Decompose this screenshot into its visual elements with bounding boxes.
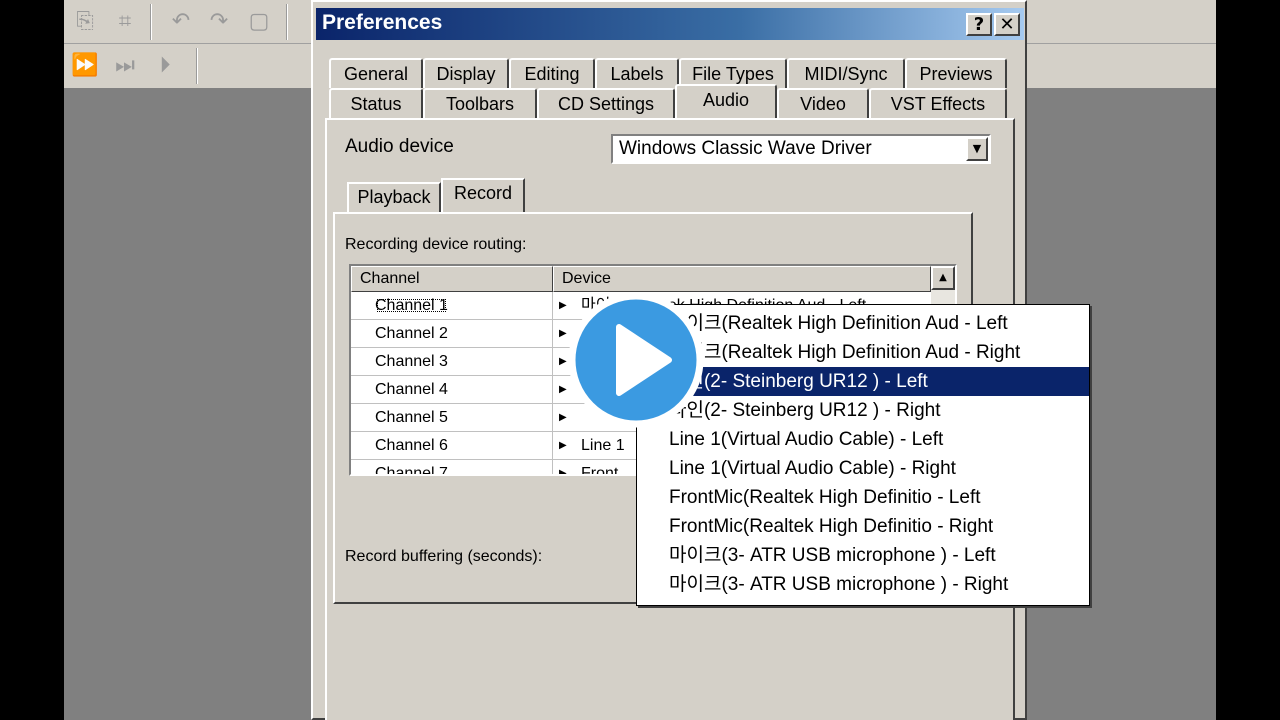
tab-labels[interactable]: Labels: [595, 58, 679, 88]
row-arrow-icon: ▶: [559, 356, 567, 367]
channel-cell: Channel 6: [351, 432, 553, 460]
next-icon[interactable]: ⏵: [148, 49, 182, 83]
history-icon[interactable]: ▢: [242, 5, 276, 39]
row-arrow-icon: ▶: [559, 384, 567, 395]
dropdown-item[interactable]: 마이크(3- ATR USB microphone ) - Right: [637, 570, 1089, 599]
toolbar-separator: [196, 48, 198, 84]
channel-cell: Channel 4: [351, 376, 553, 404]
tab-cd-settings[interactable]: CD Settings: [537, 88, 675, 118]
dropdown-item[interactable]: Line 1(Virtual Audio Cable) - Right: [637, 454, 1089, 483]
tab-video[interactable]: Video: [777, 88, 869, 118]
subtab-record[interactable]: Record: [441, 178, 525, 212]
tab-audio[interactable]: Audio: [675, 84, 777, 118]
close-button[interactable]: ✕: [994, 13, 1020, 36]
row-arrow-icon: ▶: [559, 412, 567, 423]
channel-name: Channel 1: [375, 297, 448, 314]
dropdown-item[interactable]: Line 1(Virtual Audio Cable) - Left: [637, 425, 1089, 454]
toolbar-separator: [286, 4, 288, 40]
chevron-down-icon[interactable]: ▼: [966, 137, 988, 161]
tab-editing[interactable]: Editing: [509, 58, 595, 88]
workspace-area: [64, 88, 312, 720]
subtab-playback[interactable]: Playback: [347, 182, 441, 212]
paste-icon[interactable]: ⎘: [68, 5, 102, 39]
tab-display[interactable]: Display: [423, 58, 509, 88]
channel-cell: Channel 2: [351, 320, 553, 348]
audio-device-select[interactable]: Windows Classic Wave Driver ▼: [611, 134, 991, 164]
row-arrow-icon: ▶: [559, 328, 567, 339]
row-arrow-icon: ▶: [559, 300, 567, 311]
scroll-up-icon[interactable]: ▲: [931, 266, 955, 290]
redo-icon[interactable]: ↷: [202, 5, 236, 39]
buffering-label: Record buffering (seconds):: [345, 548, 543, 565]
tab-midi-sync[interactable]: MIDI/Sync: [787, 58, 905, 88]
row-arrow-icon: ▶: [559, 440, 567, 451]
tab-toolbars[interactable]: Toolbars: [423, 88, 537, 118]
dialog-title: Preferences: [322, 11, 443, 34]
row-arrow-icon: ▶: [559, 468, 567, 476]
audio-device-label: Audio device: [345, 136, 454, 157]
dropdown-item[interactable]: FrontMic(Realtek High Definitio - Left: [637, 483, 1089, 512]
tab-general[interactable]: General: [329, 58, 423, 88]
channel-cell: Channel 5: [351, 404, 553, 432]
skip-end-icon[interactable]: ⏭: [108, 49, 142, 83]
channel-cell: Channel 7: [351, 460, 553, 474]
crop-icon[interactable]: ⌗: [108, 5, 142, 39]
column-header-device[interactable]: Device: [553, 266, 931, 292]
routing-label: Recording device routing:: [345, 236, 527, 253]
dialog-titlebar[interactable]: Preferences ? ✕: [316, 8, 1024, 40]
device-name: Line 1: [581, 437, 625, 454]
column-header-channel[interactable]: Channel: [351, 266, 553, 292]
help-button[interactable]: ?: [966, 13, 992, 36]
device-name: Front: [581, 465, 619, 476]
channel-cell: Channel 1: [351, 292, 553, 320]
toolbar-separator: [150, 4, 152, 40]
undo-icon[interactable]: ↶: [164, 5, 198, 39]
tab-vst-effects[interactable]: VST Effects: [869, 88, 1007, 118]
channel-cell: Channel 3: [351, 348, 553, 376]
tab-previews[interactable]: Previews: [905, 58, 1007, 88]
tab-status[interactable]: Status: [329, 88, 423, 118]
dropdown-item[interactable]: FrontMic(Realtek High Definitio - Right: [637, 512, 1089, 541]
dropdown-item[interactable]: 마이크(3- ATR USB microphone ) - Left: [637, 541, 1089, 570]
audio-device-value: Windows Classic Wave Driver: [619, 138, 872, 159]
play-button-icon[interactable]: [567, 291, 705, 429]
fast-forward-icon[interactable]: ⏩: [68, 49, 102, 83]
